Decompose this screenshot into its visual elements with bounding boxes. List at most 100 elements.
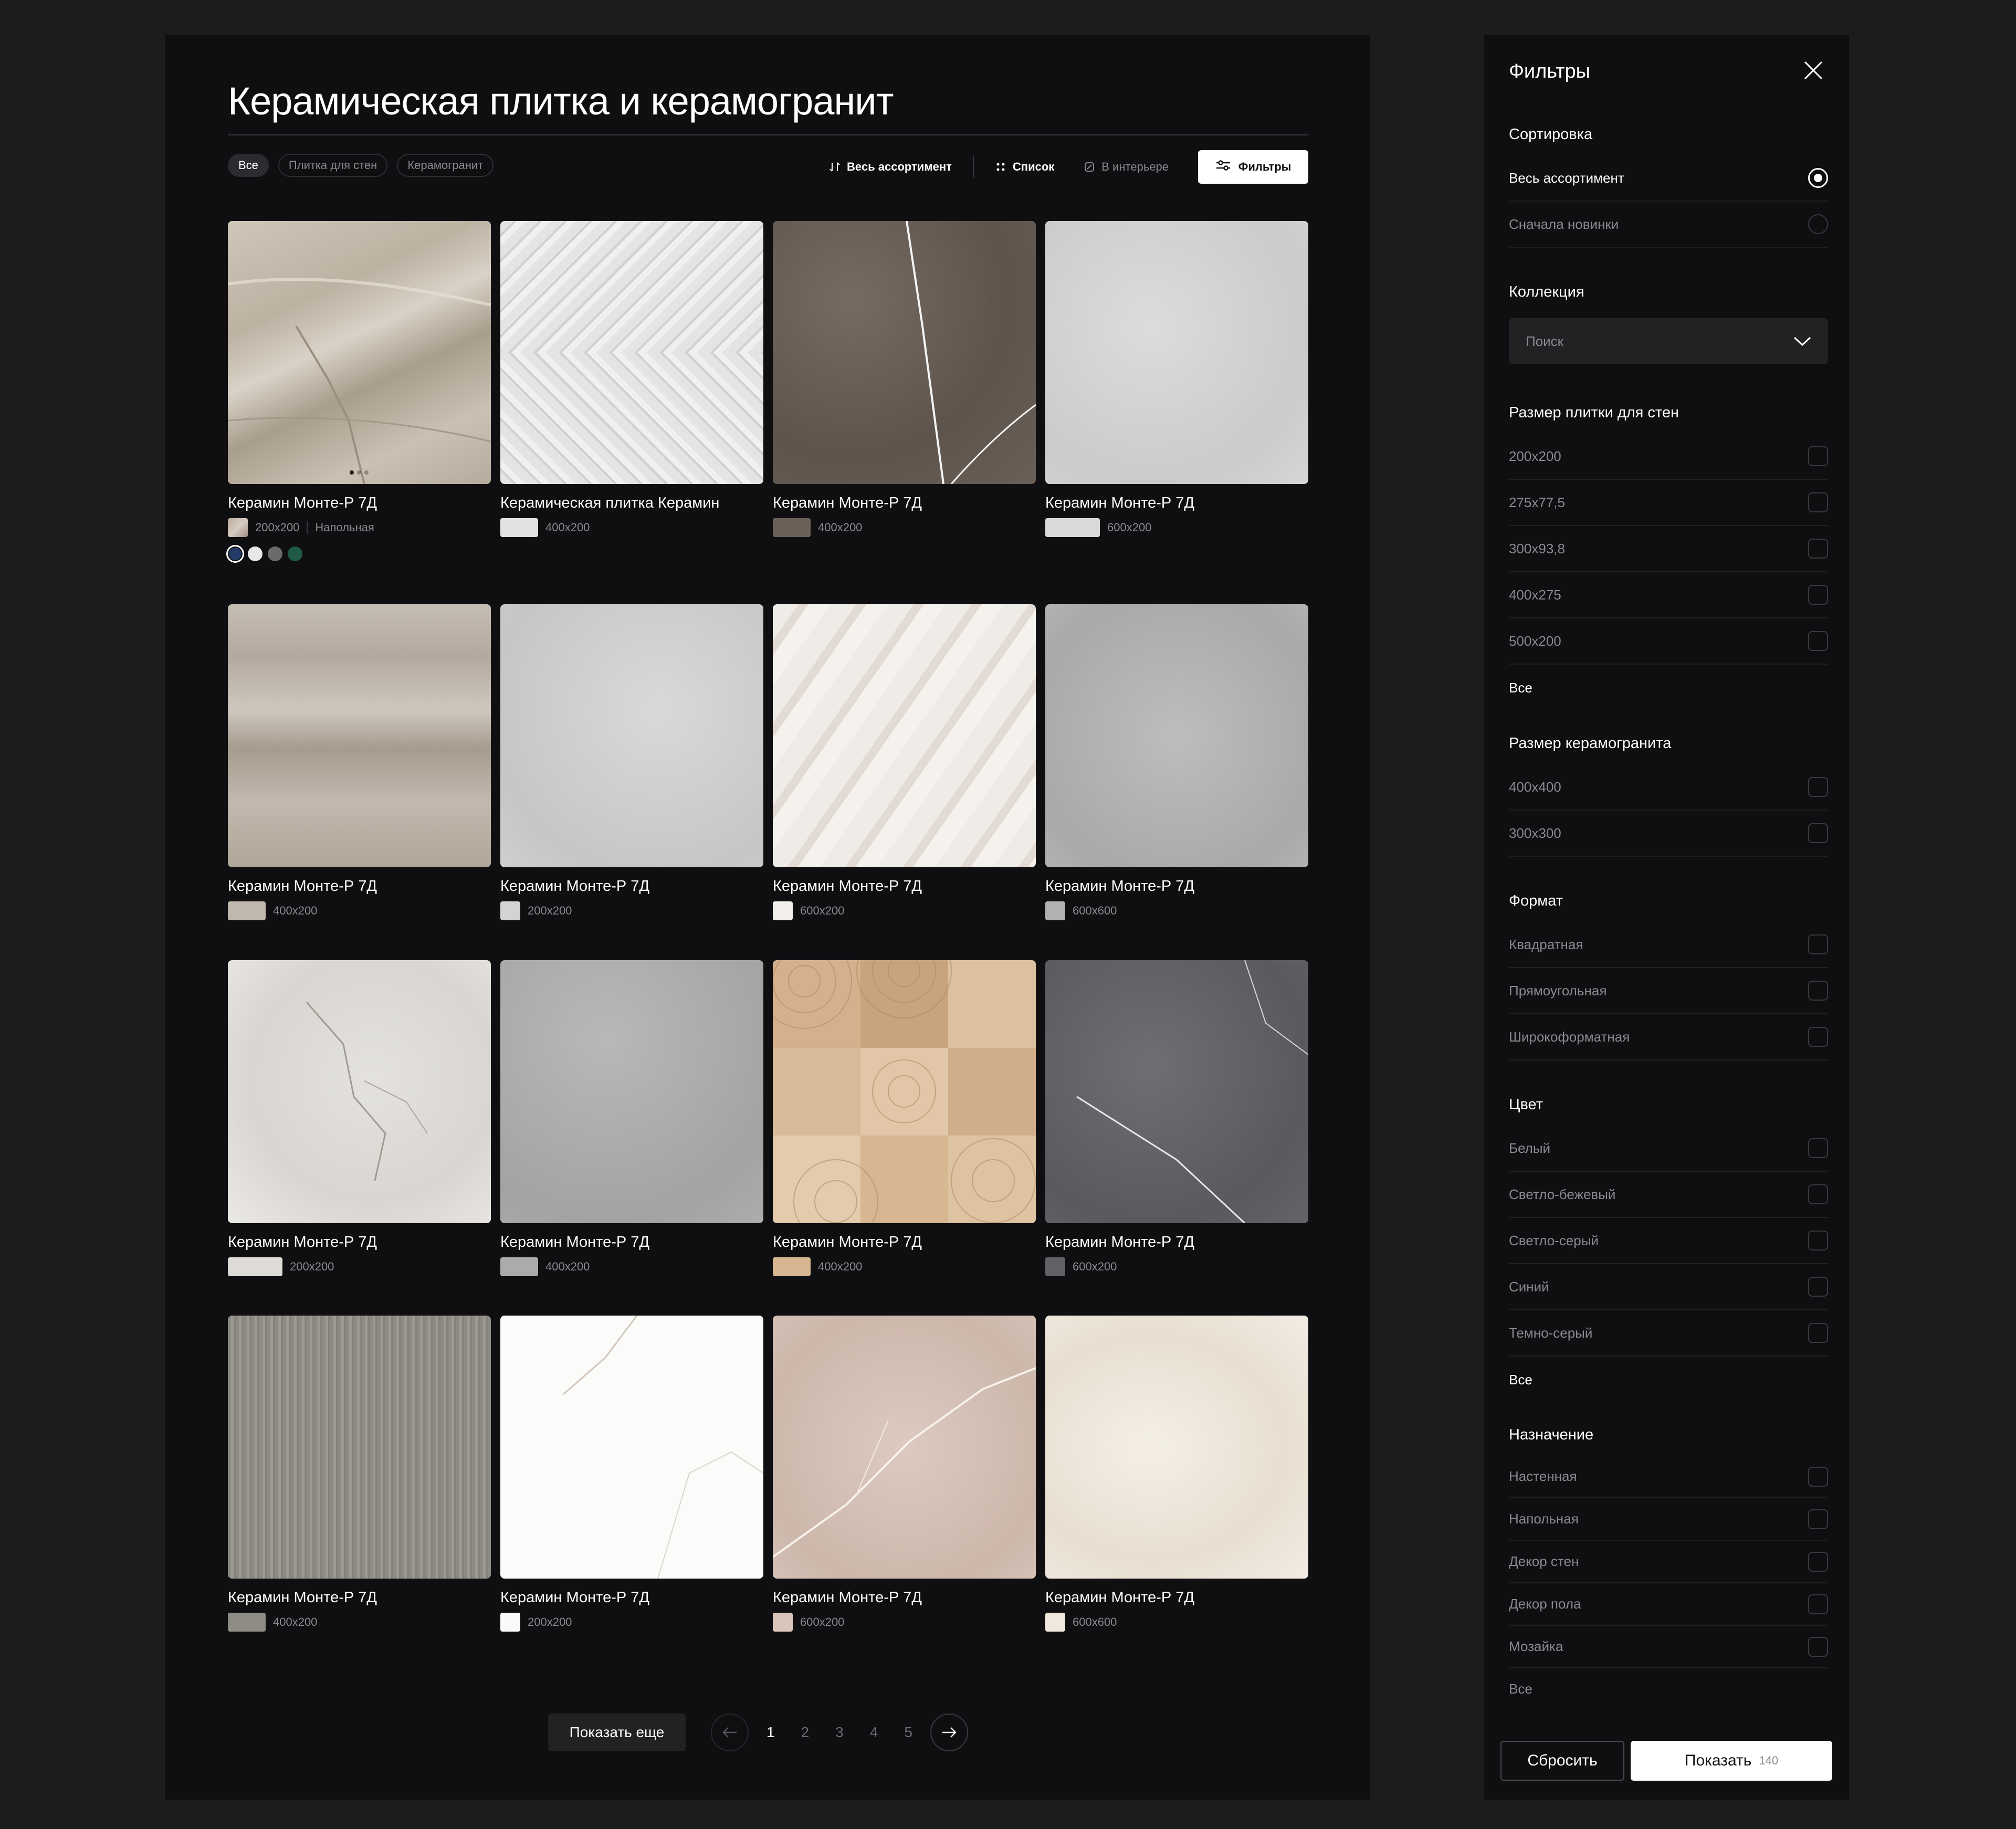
checkbox[interactable] — [1808, 1231, 1828, 1250]
product-title[interactable]: Керамин Монте-Р 7Д — [773, 1234, 1036, 1251]
product-image[interactable] — [1045, 221, 1308, 484]
checkbox[interactable] — [1808, 446, 1828, 466]
product-image[interactable] — [228, 604, 491, 867]
product-title[interactable]: Керамин Монте-Р 7Д — [773, 1589, 1036, 1606]
color-option-blue[interactable] — [226, 545, 244, 563]
product-card[interactable]: Керамин Монте-Р 7Д 600x600 — [1045, 1316, 1308, 1632]
collection-search[interactable]: Поиск — [1509, 318, 1828, 364]
filter-option[interactable]: 500x200 — [1509, 618, 1828, 665]
show-more-button[interactable]: Показать еще — [548, 1714, 686, 1751]
product-card[interactable]: Керамин Монте-Р 7Д 200x200 — [500, 1316, 763, 1632]
filter-option[interactable]: Квадратная — [1509, 922, 1828, 968]
product-title[interactable]: Керамин Монте-Р 7Д — [500, 878, 763, 895]
product-title[interactable]: Керамин Монте-Р 7Д — [228, 1589, 491, 1606]
filters-button[interactable]: Фильтры — [1198, 150, 1308, 184]
product-title[interactable]: Керамин Монте-Р 7Д — [773, 878, 1036, 895]
filter-option[interactable]: Прямоугольная — [1509, 968, 1828, 1014]
product-card[interactable]: Керамин Монте-Р 7Д 600x200 — [773, 1316, 1036, 1632]
page-5[interactable]: 5 — [904, 1724, 912, 1741]
product-title[interactable]: Керамин Монте-Р 7Д — [1045, 1234, 1308, 1251]
color-option-gray[interactable] — [268, 546, 282, 561]
checkbox[interactable] — [1808, 1277, 1828, 1297]
product-card[interactable]: Керамин Монте-Р 7Д 600x200 — [773, 604, 1036, 920]
reset-button[interactable]: Сбросить — [1500, 1741, 1624, 1781]
checkbox[interactable] — [1808, 1138, 1828, 1158]
product-card[interactable]: Керамин Монте-Р 7Д 200x200 Напольная — [226, 221, 491, 563]
sort-option-new[interactable]: Сначала новинки — [1509, 202, 1828, 248]
filter-option[interactable]: 275x77,5 — [1509, 480, 1828, 526]
filter-option[interactable]: 400x400 — [1509, 764, 1828, 811]
checkbox[interactable] — [1808, 823, 1828, 843]
product-image[interactable] — [773, 604, 1036, 867]
product-card[interactable]: Керамин Монте-Р 7Д 400x200 — [228, 1316, 491, 1632]
product-card[interactable]: Керамин Монте-Р 7Д 400x200 — [500, 960, 763, 1276]
product-title[interactable]: Керамин Монте-Р 7Д — [500, 1589, 763, 1606]
checkbox[interactable] — [1808, 934, 1828, 954]
checkbox[interactable] — [1808, 1184, 1828, 1204]
product-card[interactable]: Керамин Монте-Р 7Д 400x200 — [773, 221, 1036, 561]
checkbox[interactable] — [1808, 1636, 1828, 1657]
product-image[interactable] — [500, 604, 763, 867]
filter-option[interactable]: 300x300 — [1509, 811, 1828, 857]
sort-option-all[interactable]: Весь ассортимент — [1509, 155, 1828, 202]
radio[interactable] — [1808, 214, 1828, 234]
product-card[interactable]: Керамическая плитка Керамин 400x200 — [500, 221, 763, 561]
show-all-link[interactable]: Все — [1509, 1357, 1828, 1403]
product-image[interactable] — [500, 1316, 763, 1579]
filter-option[interactable]: Напольная — [1509, 1498, 1828, 1541]
filter-option[interactable]: Настенная — [1509, 1456, 1828, 1498]
page-4[interactable]: 4 — [870, 1724, 878, 1741]
show-all-link[interactable]: Все — [1509, 665, 1828, 711]
product-title[interactable]: Керамин Монте-Р 7Д — [500, 1234, 763, 1251]
show-all-link[interactable]: Все — [1509, 1668, 1828, 1709]
product-image[interactable] — [228, 1316, 491, 1579]
product-image[interactable] — [500, 221, 763, 484]
checkbox[interactable] — [1808, 631, 1828, 651]
checkbox[interactable] — [1808, 585, 1828, 605]
product-card[interactable]: Керамин Монте-Р 7Д 400x200 — [773, 960, 1036, 1276]
checkbox[interactable] — [1808, 1027, 1828, 1047]
checkbox[interactable] — [1808, 1551, 1828, 1572]
checkbox[interactable] — [1808, 492, 1828, 512]
page-3[interactable]: 3 — [835, 1724, 844, 1741]
filter-option[interactable]: Белый — [1509, 1126, 1828, 1172]
product-card[interactable]: Керамин Монте-Р 7Д 600x200 — [1045, 221, 1308, 561]
product-title[interactable]: Керамин Монте-Р 7Д — [228, 1234, 491, 1251]
product-image[interactable] — [773, 221, 1036, 484]
product-title[interactable]: Керамин Монте-Р 7Д — [773, 495, 1036, 512]
product-title[interactable]: Керамическая плитка Керамин — [500, 495, 763, 512]
product-card[interactable]: Керамин Монте-Р 7Д 200x200 — [228, 960, 491, 1276]
product-image[interactable] — [1045, 604, 1308, 867]
product-title[interactable]: Керамин Монте-Р 7Д — [1045, 878, 1308, 895]
view-list-button[interactable]: Список — [995, 160, 1054, 174]
checkbox[interactable] — [1808, 981, 1828, 1001]
checkbox[interactable] — [1808, 1466, 1828, 1487]
filter-option[interactable]: Светло-серый — [1509, 1218, 1828, 1264]
chip-porcelain[interactable]: Керамогранит — [397, 154, 494, 177]
product-card[interactable]: Керамин Монте-Р 7Д 600x200 — [1045, 960, 1308, 1276]
product-image[interactable] — [228, 221, 491, 484]
product-image[interactable] — [228, 960, 491, 1223]
chip-all[interactable]: Все — [228, 154, 269, 177]
checkbox[interactable] — [1808, 539, 1828, 559]
product-image[interactable] — [1045, 960, 1308, 1223]
filter-option[interactable]: Темно-серый — [1509, 1310, 1828, 1357]
product-title[interactable]: Керамин Монте-Р 7Д — [1045, 495, 1308, 512]
product-image[interactable] — [773, 1316, 1036, 1579]
view-interior-button[interactable]: В интерьере — [1084, 160, 1169, 174]
product-card[interactable]: Керамин Монте-Р 7Д 400x200 — [228, 604, 491, 920]
product-card[interactable]: Керамин Монте-Р 7Д 600x600 — [1045, 604, 1308, 920]
product-image[interactable] — [1045, 1316, 1308, 1579]
close-button[interactable] — [1803, 60, 1824, 83]
apply-button[interactable]: Показать 140 — [1631, 1741, 1832, 1781]
radio-selected[interactable] — [1808, 168, 1828, 188]
sort-button[interactable]: Весь ассортимент — [829, 160, 952, 174]
checkbox[interactable] — [1808, 1509, 1828, 1529]
page-1[interactable]: 1 — [766, 1724, 775, 1741]
prev-page-button[interactable] — [711, 1714, 749, 1751]
checkbox[interactable] — [1808, 777, 1828, 797]
product-card[interactable]: Керамин Монте-Р 7Д 200x200 — [500, 604, 763, 920]
filter-option[interactable]: 300x93,8 — [1509, 526, 1828, 572]
product-title[interactable]: Керамин Монте-Р 7Д — [228, 878, 491, 895]
image-slider-dots[interactable] — [350, 470, 369, 475]
